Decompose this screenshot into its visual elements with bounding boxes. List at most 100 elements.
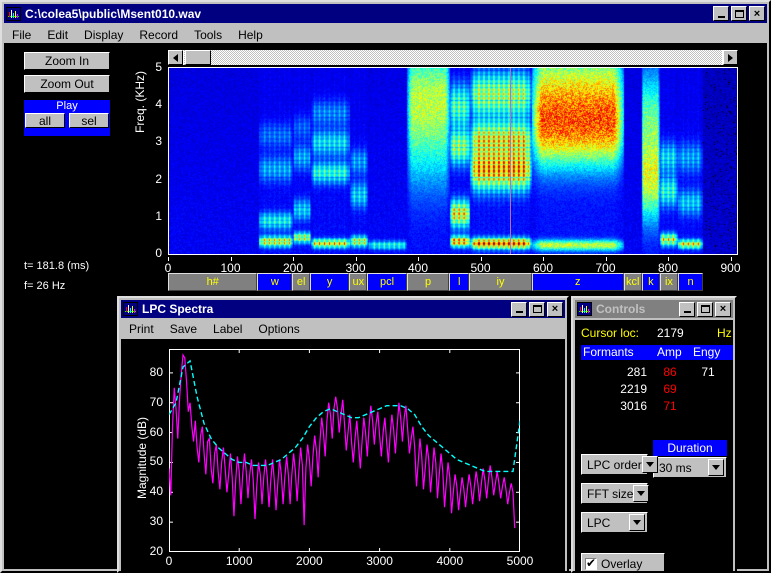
close-button[interactable]: ×: [547, 301, 563, 317]
close-icon: ×: [753, 7, 761, 20]
duration-select[interactable]: 30 ms: [653, 457, 727, 478]
main-window-titlebar[interactable]: C:\colea5\public\Msent010.wav ×: [4, 4, 767, 23]
phoneme-segment[interactable]: y: [309, 273, 350, 291]
lpc-spectrum-plot[interactable]: [169, 349, 520, 552]
menu-item-tools[interactable]: Tools: [186, 27, 230, 43]
controls-window-titlebar[interactable]: Controls ×: [575, 300, 733, 318]
phoneme-segment[interactable]: h#: [168, 273, 258, 291]
menu-item-print[interactable]: Print: [121, 321, 162, 337]
scroll-right-arrow-icon[interactable]: [723, 50, 738, 65]
cursor-loc-unit: Hz: [717, 326, 732, 340]
duration-value: 30 ms: [659, 460, 692, 475]
spectrogram-plot[interactable]: [168, 67, 738, 255]
controls-window-title: Controls: [596, 302, 646, 316]
menu-item-options[interactable]: Options: [250, 321, 307, 337]
formant-row: 3016 71: [581, 399, 733, 415]
menu-item-display[interactable]: Display: [76, 27, 131, 43]
phoneme-segment[interactable]: k: [641, 273, 660, 291]
phoneme-segment[interactable]: iy: [469, 273, 532, 291]
waveform-icon: [577, 302, 592, 316]
spectrogram-ytick: 0: [155, 246, 162, 260]
spectrum-line: [169, 353, 516, 529]
menu-item-save[interactable]: Save: [162, 321, 205, 337]
formant-table-header: Formants Amp Engy: [581, 345, 733, 360]
zoom-out-button[interactable]: Zoom Out: [24, 75, 110, 93]
lpc-ytick-label: 50: [149, 454, 163, 469]
menu-item-edit[interactable]: Edit: [39, 27, 76, 43]
chevron-down-icon[interactable]: [641, 456, 658, 473]
formant-frequency: 281: [626, 365, 647, 379]
screen: C:\colea5\public\Msent010.wav × File Edit…: [0, 0, 771, 573]
main-window-title: C:\colea5\public\Msent010.wav: [25, 6, 202, 21]
play-sel-label: sel: [81, 113, 97, 128]
amp-header: Amp: [657, 345, 682, 359]
minimize-button[interactable]: [713, 6, 729, 21]
close-icon: ×: [551, 303, 559, 315]
phoneme-segment[interactable]: l: [449, 273, 470, 291]
zoom-in-button[interactable]: Zoom In: [24, 52, 110, 70]
phoneme-segment-bar[interactable]: h# w el y ux pcl p l iy z kcl k ix n: [168, 273, 738, 291]
controls-window-buttons: ×: [679, 301, 731, 317]
formant-amplitude: 86: [663, 365, 677, 379]
scroll-left-arrow-icon[interactable]: [168, 50, 183, 65]
phoneme-segment[interactable]: p: [406, 273, 450, 291]
phoneme-segment[interactable]: el: [292, 273, 310, 291]
spectrogram-hscrollbar[interactable]: [168, 50, 738, 65]
phoneme-segment[interactable]: z: [531, 273, 624, 291]
menu-item-label[interactable]: Label: [205, 321, 250, 337]
spectrogram-ytick: 1: [155, 208, 162, 223]
maximize-button[interactable]: [731, 6, 747, 21]
duration-header: Duration: [653, 440, 727, 456]
lpc-order-select[interactable]: LPC order: [581, 454, 658, 475]
menu-item-record[interactable]: Record: [131, 27, 186, 43]
spectrogram-canvas[interactable]: [169, 68, 737, 254]
controls-window: Controls × Cursor loc: 2179 Hz Formants …: [571, 296, 737, 573]
formant-frequency: 3016: [620, 399, 647, 413]
checkbox-checked-icon[interactable]: [585, 556, 597, 570]
phoneme-segment[interactable]: ix: [659, 273, 678, 291]
menu-item-help[interactable]: Help: [230, 27, 271, 43]
lpc-ytick-label: 60: [149, 424, 163, 439]
lpc-window-titlebar[interactable]: LPC Spectra ×: [121, 300, 565, 318]
phoneme-segment[interactable]: n: [678, 273, 703, 291]
engy-header: Engy: [693, 345, 721, 359]
scrollbar-track[interactable]: [184, 50, 722, 65]
lpc-ytick-label: 40: [149, 484, 163, 499]
menu-item-file[interactable]: File: [4, 27, 39, 43]
scrollbar-thumb[interactable]: [185, 50, 211, 65]
spectrogram-cursor[interactable]: [509, 68, 511, 254]
fft-size-select[interactable]: FFT size: [581, 483, 650, 504]
overlay-checkbox[interactable]: Overlay: [581, 553, 665, 571]
chevron-down-icon[interactable]: [629, 514, 645, 531]
play-sel-button[interactable]: sel: [69, 113, 109, 128]
freq-readout: f= 26 Hz: [24, 280, 66, 292]
zoom-out-label: Zoom Out: [40, 77, 94, 91]
phoneme-segment[interactable]: ux: [349, 273, 368, 291]
play-all-button[interactable]: all: [25, 113, 65, 128]
maximize-button[interactable]: [697, 301, 713, 317]
phoneme-segment[interactable]: w: [257, 273, 293, 291]
chevron-down-icon[interactable]: [633, 485, 650, 502]
phoneme-segment[interactable]: pcl: [367, 273, 407, 291]
lpc-xtick-label: 2000: [296, 554, 323, 568]
waveform-icon: [6, 6, 21, 21]
lpc-order-label: LPC order: [587, 457, 642, 472]
maximize-button[interactable]: [529, 301, 545, 317]
lpc-xtick-label: 1000: [225, 554, 253, 568]
zoom-in-label: Zoom In: [44, 54, 89, 68]
formant-row: 2219 69: [581, 382, 733, 398]
minimize-button[interactable]: [679, 301, 695, 317]
cursor-loc-row: Cursor loc: 2179 Hz: [581, 326, 733, 342]
fft-size-label: FFT size: [587, 486, 634, 501]
phoneme-segment[interactable]: kcl: [623, 273, 642, 291]
close-button[interactable]: ×: [749, 6, 765, 21]
lpc-select[interactable]: LPC: [581, 512, 648, 533]
lpc-xtick-label: 3000: [366, 554, 393, 568]
close-button[interactable]: ×: [715, 301, 731, 317]
minimize-button[interactable]: [511, 301, 527, 317]
cursor-loc-label: Cursor loc:: [581, 326, 640, 340]
lpc-window-client: Magnitude (dB) Frequency (Hz) 2030405060…: [121, 339, 565, 571]
spectrogram-ytick: 3: [155, 134, 162, 149]
chevron-down-icon[interactable]: [708, 459, 724, 476]
main-menubar: File Edit Display Record Tools Help: [4, 25, 767, 44]
